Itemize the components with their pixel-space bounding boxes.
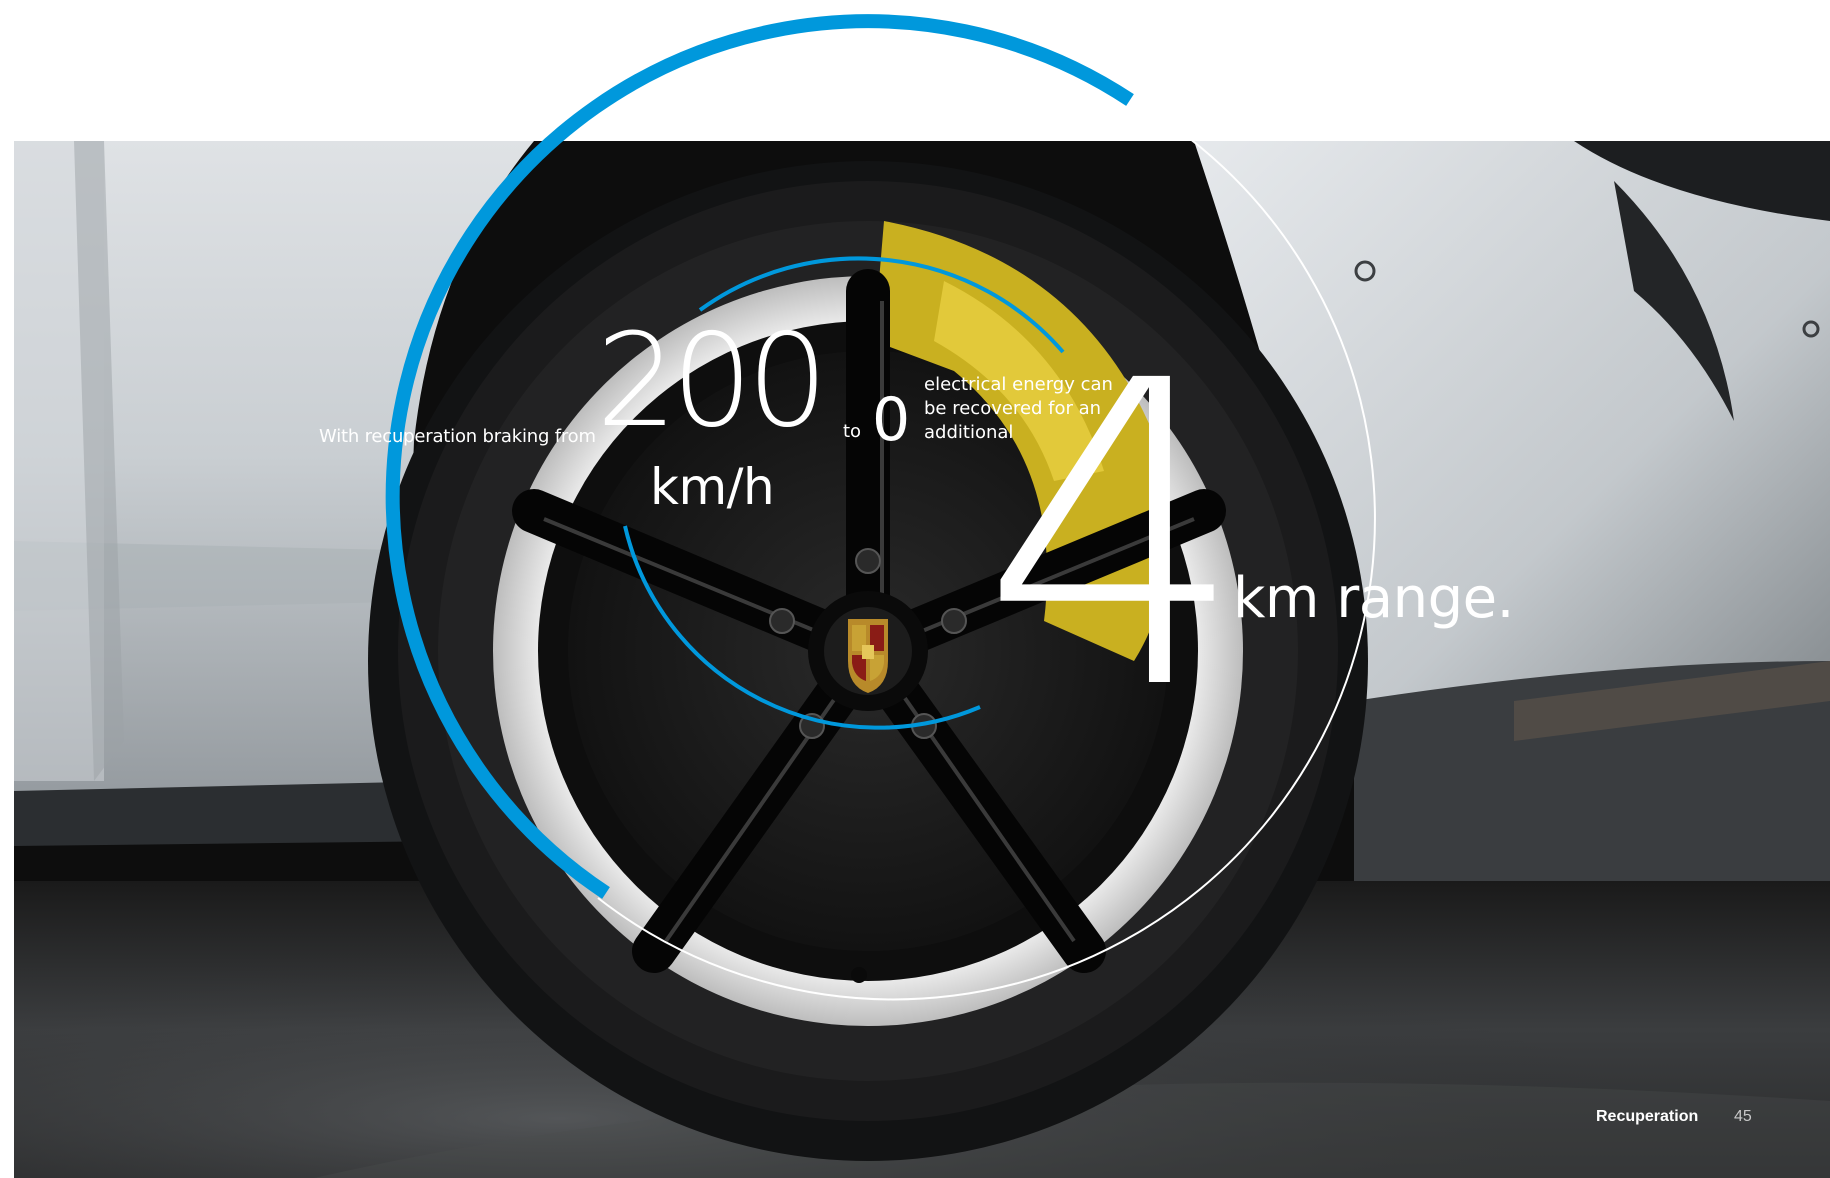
speed-value: 200 [596,307,828,456]
to-label: to [843,421,862,442]
section-title: Recuperation [1596,1108,1699,1125]
page-number: 45 [1734,1108,1752,1125]
range-suffix: km range. [1233,566,1514,631]
intro-text: With recuperation braking from [319,426,596,447]
speed-unit: km/h [650,458,775,516]
range-value: 4 [980,293,1247,782]
infographic-overlay: With recuperation braking from 200 km/h … [0,0,1830,1178]
brochure-page: With recuperation braking from 200 km/h … [0,0,1830,1178]
end-speed: 0 [872,385,911,455]
inner-blue-arc-bottom [623,525,981,730]
